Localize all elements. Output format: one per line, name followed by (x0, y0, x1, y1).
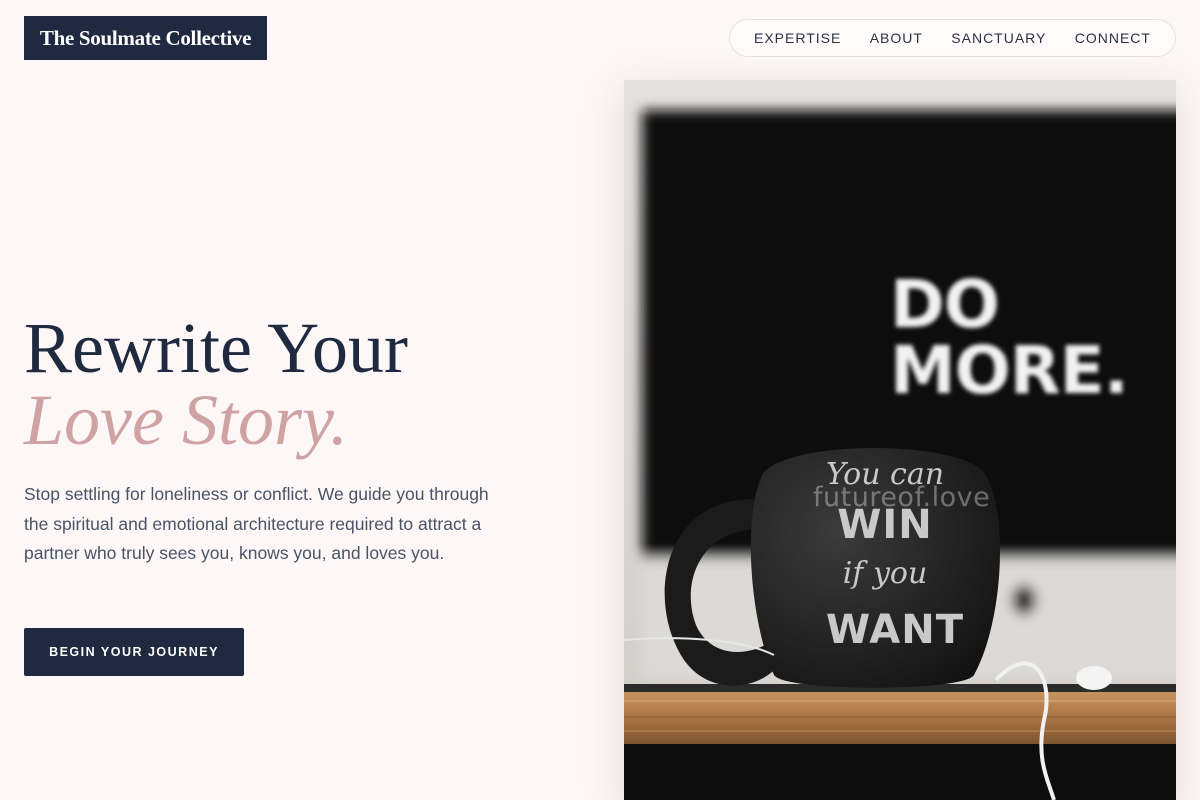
poster-line1: DO (890, 266, 1000, 343)
nav-item-sanctuary[interactable]: SANCTUARY (951, 30, 1046, 46)
brand-name: The Soulmate Collective (39, 25, 252, 50)
brand-logo[interactable]: The Soulmate Collective (24, 16, 267, 60)
poster-line2: MORE. (890, 332, 1129, 409)
photo-watermark: futureof.love (813, 482, 991, 513)
hero-title: Rewrite Your Love Story. (24, 312, 408, 456)
hero-photo (624, 80, 1176, 800)
nav-item-connect[interactable]: CONNECT (1075, 30, 1151, 46)
hero-description: Stop settling for loneliness or conflict… (24, 484, 489, 563)
begin-journey-button[interactable]: BEGIN YOUR JOURNEY (24, 628, 244, 676)
mug-text-line3: if you (842, 556, 928, 591)
hero-title-line2: Love Story. (24, 380, 348, 460)
mug-photo-illustration (624, 80, 1176, 800)
mug-text-line4: WANT (825, 607, 965, 653)
nav-item-about[interactable]: ABOUT (870, 30, 923, 46)
hero-title-line1: Rewrite Your (24, 308, 409, 388)
main-nav: EXPERTISE ABOUT SANCTUARY CONNECT (729, 19, 1176, 57)
poster-text: DO MORE. (890, 266, 1129, 409)
nav-item-expertise[interactable]: EXPERTISE (754, 30, 841, 46)
